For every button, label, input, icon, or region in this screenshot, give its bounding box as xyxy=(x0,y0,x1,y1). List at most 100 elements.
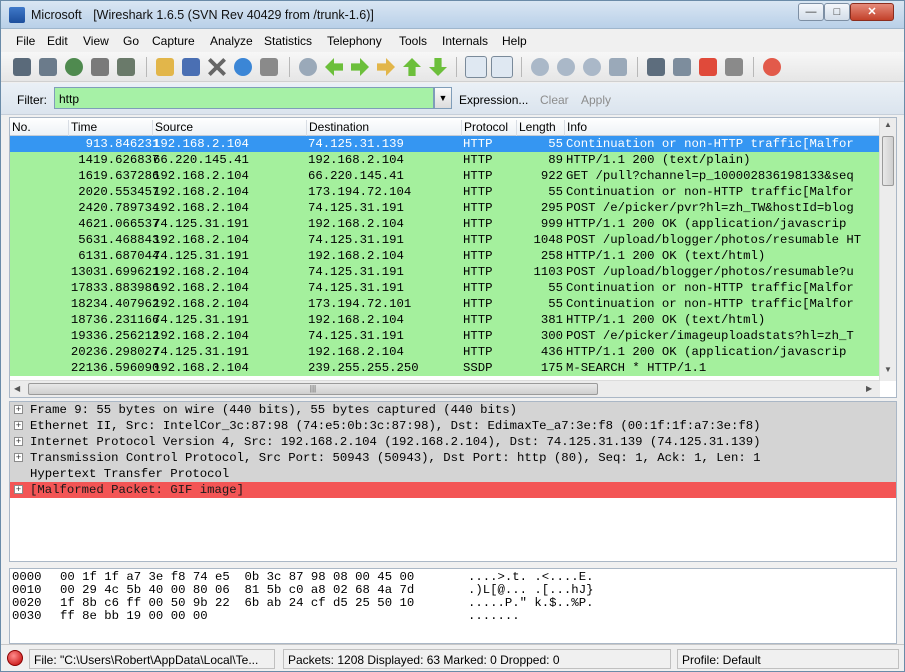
detail-row-malformed[interactable]: + [Malformed Packet: GIF image] xyxy=(10,482,896,498)
detail-row[interactable]: + Transmission Control Protocol, Src Port… xyxy=(10,450,896,466)
preferences-icon[interactable] xyxy=(725,58,743,76)
column-no[interactable]: No. xyxy=(10,120,69,136)
packet-row[interactable]: 178 33.883986 192.168.2.104 74.125.31.191 HT… xyxy=(10,280,889,296)
packet-info: HTTP/1.1 200 (text/plain) xyxy=(566,153,751,167)
packet-row[interactable]: 202 36.298027 74.125.31.191 192.168.2.104 HT… xyxy=(10,344,889,360)
restart-capture-icon[interactable] xyxy=(117,58,135,76)
expression-button[interactable]: Expression... xyxy=(459,93,528,107)
menu-analyze[interactable]: Analyze xyxy=(210,34,253,48)
detail-row[interactable]: + Internet Protocol Version 4, Src: 192.1… xyxy=(10,434,896,450)
reload-icon[interactable] xyxy=(234,58,252,76)
packet-no: 178 xyxy=(70,281,93,295)
horizontal-scroll-thumb[interactable]: ||| xyxy=(28,383,598,395)
packet-row[interactable]: 221 36.596090 192.168.2.104 239.255.255.250… xyxy=(10,360,889,376)
packet-row-selected[interactable]: 9 13.846231 192.168.2.104 74.125.31.139 HTTP… xyxy=(10,136,889,152)
menu-edit[interactable]: Edit xyxy=(47,34,68,48)
interfaces-icon[interactable] xyxy=(13,58,31,76)
detail-text: Ethernet II, Src: IntelCor_3c:87:98 (74:… xyxy=(30,419,761,433)
packet-list-horizontal-scrollbar[interactable]: ◀ ||| ▶ xyxy=(10,380,880,397)
coloring-rules-icon[interactable] xyxy=(699,58,717,76)
resize-columns-icon[interactable] xyxy=(609,58,627,76)
zoom-in-icon[interactable] xyxy=(531,58,549,76)
packet-list-vertical-scrollbar[interactable]: ▲ ▼ xyxy=(879,118,896,381)
apply-button[interactable]: Apply xyxy=(581,93,611,107)
display-filters-icon[interactable] xyxy=(673,58,691,76)
menu-go[interactable]: Go xyxy=(123,34,139,48)
first-packet-icon[interactable] xyxy=(403,58,421,76)
maximize-button[interactable]: □ xyxy=(824,3,850,21)
packet-row[interactable]: 14 19.626837 66.220.145.41 192.168.2.104 HTT… xyxy=(10,152,889,168)
vertical-scroll-thumb[interactable] xyxy=(882,136,894,186)
column-destination[interactable]: Destination xyxy=(307,120,462,136)
close-file-icon[interactable] xyxy=(208,58,226,76)
open-file-icon[interactable] xyxy=(156,58,174,76)
capture-filters-icon[interactable] xyxy=(647,58,665,76)
menu-capture[interactable]: Capture xyxy=(152,34,195,48)
menu-internals[interactable]: Internals xyxy=(442,34,488,48)
column-info[interactable]: Info xyxy=(565,120,889,136)
go-back-icon[interactable] xyxy=(325,58,343,76)
find-packet-icon[interactable] xyxy=(299,58,317,76)
packet-info: GET /pull?channel=p_100002836198133&seq xyxy=(566,169,854,183)
scroll-up-arrow-icon[interactable]: ▲ xyxy=(884,120,892,129)
packet-row[interactable]: 61 31.687044 74.125.31.191 192.168.2.104 HTT… xyxy=(10,248,889,264)
scroll-right-arrow-icon[interactable]: ▶ xyxy=(866,384,872,393)
help-icon[interactable] xyxy=(763,58,781,76)
clear-button[interactable]: Clear xyxy=(540,93,569,107)
filter-dropdown-arrow-icon[interactable]: ▼ xyxy=(434,87,452,109)
menu-telephony[interactable]: Telephony xyxy=(327,34,382,48)
detail-row[interactable]: + Ethernet II, Src: IntelCor_3c:87:98 (74… xyxy=(10,418,896,434)
packet-info: POST /e/picker/pvr?hl=zh_TW&hostId=blog xyxy=(566,201,854,215)
packet-no: 130 xyxy=(70,265,93,279)
menu-help[interactable]: Help xyxy=(502,34,527,48)
menu-statistics[interactable]: Statistics xyxy=(264,34,312,48)
title-bar: Microsoft [Wireshark 1.6.5 (SVN Rev 4042… xyxy=(1,1,904,29)
packet-protocol: HTTP xyxy=(463,217,493,231)
packet-list-header: No. Time Source Destination Protocol Len… xyxy=(10,118,889,136)
minimize-button[interactable]: — xyxy=(798,3,824,21)
capture-options-icon[interactable] xyxy=(39,58,57,76)
start-capture-icon[interactable] xyxy=(65,58,83,76)
save-file-icon[interactable] xyxy=(182,58,200,76)
column-length[interactable]: Length xyxy=(517,120,565,136)
filter-input[interactable]: http xyxy=(54,87,434,109)
zoom-out-icon[interactable] xyxy=(557,58,575,76)
scroll-left-arrow-icon[interactable]: ◀ xyxy=(14,384,20,393)
packet-row[interactable]: 20 20.553457 192.168.2.104 173.194.72.104 HT… xyxy=(10,184,889,200)
normal-size-icon[interactable] xyxy=(583,58,601,76)
expand-tree-icon[interactable]: + xyxy=(14,421,23,430)
column-protocol[interactable]: Protocol xyxy=(462,120,517,136)
menu-file[interactable]: File xyxy=(16,34,35,48)
detail-row[interactable]: Hypertext Transfer Protocol xyxy=(10,466,896,482)
packet-row[interactable]: 56 31.468843 192.168.2.104 74.125.31.191 HTT… xyxy=(10,232,889,248)
packet-row[interactable]: 130 31.699621 192.168.2.104 74.125.31.191 HT… xyxy=(10,264,889,280)
print-icon[interactable] xyxy=(260,58,278,76)
packet-row[interactable]: 193 36.256212 192.168.2.104 74.125.31.191 HT… xyxy=(10,328,889,344)
scroll-down-arrow-icon[interactable]: ▼ xyxy=(884,365,892,374)
column-time[interactable]: Time xyxy=(69,120,153,136)
detail-row[interactable]: + Frame 9: 55 bytes on wire (440 bits), 5… xyxy=(10,402,896,418)
auto-scroll-icon[interactable] xyxy=(491,56,513,78)
stop-capture-icon[interactable] xyxy=(91,58,109,76)
close-button[interactable]: ✕ xyxy=(850,3,894,21)
expand-tree-icon[interactable]: + xyxy=(14,437,23,446)
expand-tree-icon[interactable]: + xyxy=(14,453,23,462)
packet-row[interactable]: 16 19.637286 192.168.2.104 66.220.145.41 HTT… xyxy=(10,168,889,184)
status-profile[interactable]: Profile: Default xyxy=(677,649,899,669)
menu-view[interactable]: View xyxy=(83,34,109,48)
packet-row[interactable]: 187 36.231166 74.125.31.191 192.168.2.104 HT… xyxy=(10,312,889,328)
expert-info-icon[interactable] xyxy=(7,650,23,666)
expand-tree-icon[interactable]: + xyxy=(14,405,23,414)
packet-row[interactable]: 46 21.066537 74.125.31.191 192.168.2.104 HTT… xyxy=(10,216,889,232)
expand-tree-icon[interactable]: + xyxy=(14,485,23,494)
column-source[interactable]: Source xyxy=(153,120,307,136)
go-forward-icon[interactable] xyxy=(351,58,369,76)
packet-destination: 192.168.2.104 xyxy=(308,217,404,231)
go-to-packet-icon[interactable] xyxy=(377,58,395,76)
packet-row[interactable]: 182 34.407962 192.168.2.104 173.194.72.101 H… xyxy=(10,296,889,312)
last-packet-icon[interactable] xyxy=(429,58,447,76)
packet-row[interactable]: 24 20.789734 192.168.2.104 74.125.31.191 HTT… xyxy=(10,200,889,216)
hex-row[interactable]: 0030 ff 8e bb 19 00 00 00....... xyxy=(10,610,890,623)
menu-tools[interactable]: Tools xyxy=(399,34,427,48)
colorize-icon[interactable] xyxy=(465,56,487,78)
